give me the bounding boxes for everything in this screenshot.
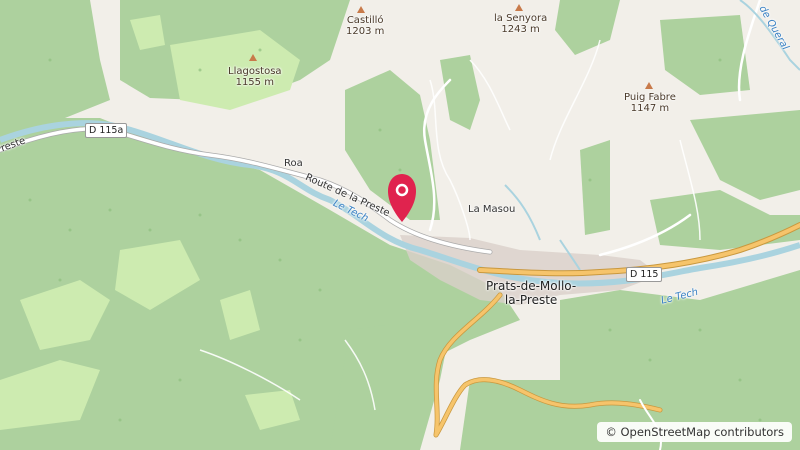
peak-name: Castilló — [346, 15, 384, 26]
peak-triangle-icon — [515, 4, 523, 11]
peak-label: Castilló 1203 m — [346, 15, 384, 37]
peak-label: la Senyora 1243 m — [494, 13, 547, 35]
peak-label: Llagostosa 1155 m — [228, 66, 282, 88]
peak-name: Llagostosa — [228, 66, 282, 77]
peak-elevation: 1155 m — [235, 77, 274, 88]
peak-triangle-icon — [645, 82, 653, 89]
peak-triangle-icon — [357, 6, 365, 13]
road-shield-d115a: D 115a — [85, 123, 128, 138]
attribution-text[interactable]: © OpenStreetMap contributors — [605, 425, 784, 439]
map-base — [0, 0, 800, 450]
town-name-line1: Prats-de-Mollo- — [486, 279, 577, 293]
peak-elevation: 1203 m — [346, 26, 385, 37]
town-name-line2: la-Preste — [504, 293, 558, 307]
road-label-roa: Roa — [284, 158, 303, 169]
peak-elevation: 1147 m — [630, 103, 670, 114]
peak-name: la Senyora — [494, 13, 548, 24]
map-attribution[interactable]: © OpenStreetMap contributors — [597, 422, 792, 442]
map-view[interactable]: Castilló 1203 m la Senyora 1243 m Llagos… — [0, 0, 800, 450]
peak-elevation: 1243 m — [501, 24, 540, 35]
place-label-la-masou: La Masou — [468, 204, 516, 215]
road-shield-d115: D 115 — [626, 267, 663, 282]
peak-label: Puig Fabre 1147 m — [624, 92, 676, 114]
peak-name: Puig Fabre — [624, 92, 676, 103]
place-label-town: Prats-de-Mollo- la-Preste — [486, 279, 576, 307]
peak-triangle-icon — [249, 54, 257, 61]
